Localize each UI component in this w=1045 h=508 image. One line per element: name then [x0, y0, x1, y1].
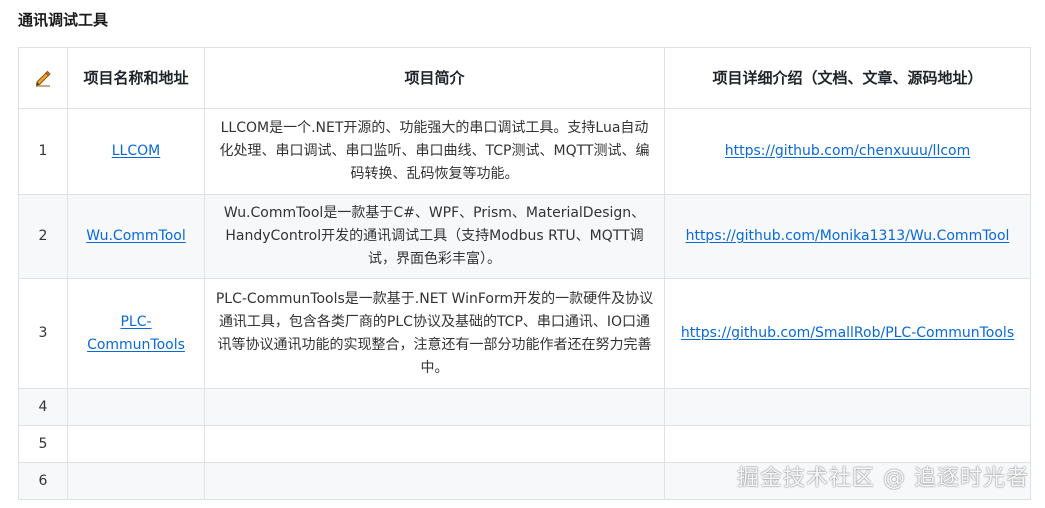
project-repo-link[interactable]: https://github.com/Monika1313/Wu.CommToo… — [686, 228, 1010, 244]
project-name-cell: LLCOM — [67, 108, 205, 195]
project-intro — [204, 462, 665, 500]
table-row: 1 LLCOM LLCOM是一个.NET开源的、功能强大的串口调试工具。支持Lu… — [18, 108, 1031, 195]
project-name-cell — [67, 388, 205, 426]
project-name-link[interactable]: LLCOM — [112, 143, 160, 159]
row-index: 6 — [18, 462, 68, 500]
project-intro: LLCOM是一个.NET开源的、功能强大的串口调试工具。支持Lua自动化处理、串… — [204, 108, 665, 195]
project-name-cell: PLC-CommunTools — [67, 278, 205, 389]
watermark: 掘金技术社区 @ 追逐时光者 — [737, 466, 1029, 491]
project-detail-cell: https://github.com/Monika1313/Wu.CommToo… — [664, 194, 1031, 279]
project-detail-cell: https://github.com/chenxuuu/llcom — [664, 108, 1031, 195]
project-intro: Wu.CommTool是一款基于C#、WPF、Prism、MaterialDes… — [204, 194, 665, 279]
row-index: 5 — [18, 425, 68, 463]
project-name-cell — [67, 425, 205, 463]
header-detail: 项目详细介绍（文档、文章、源码地址） — [664, 47, 1031, 109]
row-index: 3 — [18, 278, 68, 389]
pencil-icon — [34, 69, 52, 87]
header-icon-cell — [18, 47, 68, 109]
row-index: 1 — [18, 108, 68, 195]
project-intro — [204, 425, 665, 463]
project-name-cell — [67, 462, 205, 500]
projects-table: 项目名称和地址 项目简介 项目详细介绍（文档、文章、源码地址） 1 LLCOM … — [18, 47, 1031, 500]
table-header-row: 项目名称和地址 项目简介 项目详细介绍（文档、文章、源码地址） — [18, 47, 1031, 109]
header-name: 项目名称和地址 — [67, 47, 205, 109]
header-intro: 项目简介 — [204, 47, 665, 109]
table-row: 5 — [18, 425, 1031, 463]
project-detail-cell: https://github.com/SmallRob/PLC-CommunTo… — [664, 278, 1031, 389]
project-detail-cell — [664, 425, 1031, 463]
page: 通讯调试工具 项目名称和地址 项目简介 项目详细介绍（文档、文章、源码地址） 1… — [0, 0, 1045, 508]
project-name-cell: Wu.CommTool — [67, 194, 205, 279]
table-row: 3 PLC-CommunTools PLC-CommunTools是一款基于.N… — [18, 278, 1031, 389]
row-index: 2 — [18, 194, 68, 279]
table-row: 2 Wu.CommTool Wu.CommTool是一款基于C#、WPF、Pri… — [18, 194, 1031, 279]
project-name-link[interactable]: PLC-CommunTools — [87, 314, 185, 353]
project-name-link[interactable]: Wu.CommTool — [86, 228, 185, 244]
project-detail-cell — [664, 388, 1031, 426]
table-row: 4 — [18, 388, 1031, 426]
project-repo-link[interactable]: https://github.com/SmallRob/PLC-CommunTo… — [681, 325, 1014, 341]
section-title: 通讯调试工具 — [18, 11, 109, 29]
project-intro: PLC-CommunTools是一款基于.NET WinForm开发的一款硬件及… — [204, 278, 665, 389]
project-repo-link[interactable]: https://github.com/chenxuuu/llcom — [725, 143, 971, 159]
row-index: 4 — [18, 388, 68, 426]
project-intro — [204, 388, 665, 426]
